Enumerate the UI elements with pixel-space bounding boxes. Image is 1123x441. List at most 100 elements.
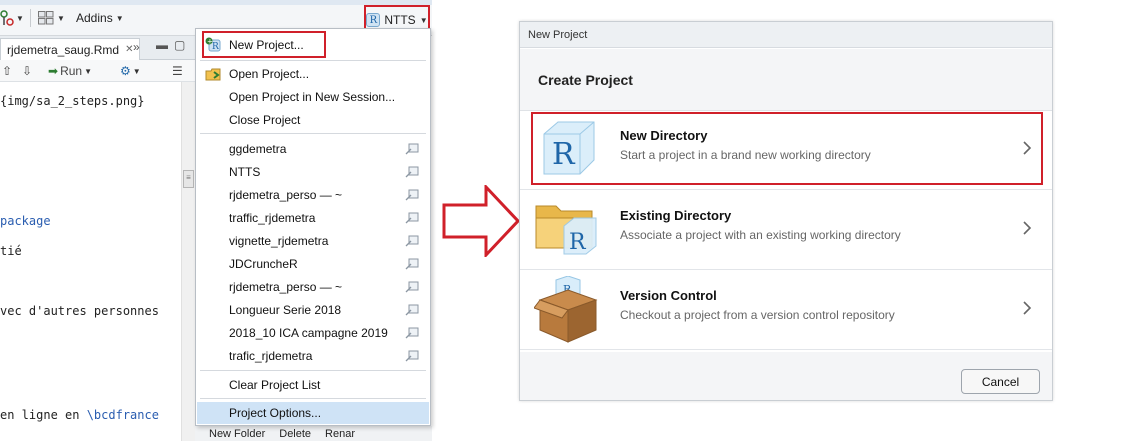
chevron-down-icon: ▼	[57, 13, 65, 23]
dialog-heading: Create Project	[538, 71, 633, 88]
open-in-new-window-icon[interactable]	[405, 327, 419, 339]
code-line: package	[0, 214, 51, 228]
menu-item-recent-project[interactable]: ggdemetra	[197, 138, 429, 160]
dialog-titlebar: New Project	[520, 22, 1052, 48]
menu-item-recent-project[interactable]: JDCruncheR	[197, 253, 429, 275]
chevron-down-icon: ▼	[419, 15, 428, 25]
menu-item-label: trafic_rjdemetra	[229, 349, 313, 363]
files-toolbar: New Folder Delete Renar	[195, 426, 432, 441]
tab-label: rjdemetra_saug.Rmd	[7, 42, 120, 57]
code-line: en ligne en \bcdfrance	[0, 408, 159, 422]
menu-item-recent-project[interactable]: rjdemetra_perso — ~	[197, 184, 429, 206]
arrow-down-icon[interactable]: ⇩	[22, 63, 32, 79]
editor-scrollbar[interactable]: ≡	[181, 82, 195, 441]
dialog-header: Create Project	[520, 49, 1052, 111]
editor-tabbar: rjdemetra_saug.Rmd ✕ » ▬ ▢	[0, 36, 195, 60]
project-dropdown-menu: R + New Project... Open Project... Open P…	[195, 28, 431, 426]
open-in-new-window-icon[interactable]	[405, 235, 419, 247]
minimize-icon[interactable]: ▬	[156, 38, 168, 52]
project-name: NTTS	[384, 13, 416, 27]
menu-item-label: rjdemetra_perso — ~	[229, 280, 343, 294]
maximize-icon[interactable]: ▢	[174, 38, 185, 52]
menu-item-label: Open Project...	[229, 67, 310, 81]
dialog-title: New Project	[528, 28, 588, 41]
menu-item-label: vignette_rjdemetra	[229, 234, 329, 248]
menu-item-label: NTTS	[229, 165, 261, 179]
chevron-down-icon: ▼	[132, 66, 141, 76]
new-directory-highlight	[531, 112, 1043, 185]
code-line: tié	[0, 244, 22, 258]
toolbar-separator	[30, 9, 31, 27]
menu-item-recent-project[interactable]: NTTS	[197, 161, 429, 183]
tab-rjdemetra-saug[interactable]: rjdemetra_saug.Rmd ✕	[0, 38, 141, 60]
editor-toolbar: ⇧ ⇩ ➡ Run ▼ ⚙ ▼ ☰	[0, 60, 195, 82]
menu-item-label: traffic_rjdemetra	[229, 211, 316, 225]
run-arrow-icon: ➡	[48, 64, 59, 78]
menu-item-label: 2018_10 ICA campagne 2019	[229, 326, 388, 340]
code-line: vec d'autres personnes	[0, 304, 159, 318]
menu-item-clear-list[interactable]: Clear Project List	[197, 374, 429, 396]
open-in-new-window-icon[interactable]	[405, 166, 419, 178]
addins-menu[interactable]: Addins ▼	[76, 9, 124, 27]
menu-item-recent-project[interactable]: trafic_rjdemetra	[197, 345, 429, 367]
menu-separator	[200, 133, 426, 134]
menu-separator	[200, 370, 426, 371]
code-line: {img/sa_2_steps.png}	[0, 94, 145, 108]
menu-item-recent-project[interactable]: Longueur Serie 2018	[197, 299, 429, 321]
code-editor[interactable]: {img/sa_2_steps.png} package tié vec d'a…	[0, 82, 180, 441]
arrow-up-icon[interactable]: ⇧	[2, 63, 12, 79]
addins-label: Addins	[76, 11, 113, 25]
workspace-panes-icon[interactable]: ▼	[38, 9, 65, 27]
menu-item-label: Close Project	[229, 113, 301, 127]
run-button[interactable]: ➡ Run ▼	[48, 63, 92, 79]
open-in-new-window-icon[interactable]	[405, 212, 419, 224]
svg-text:R: R	[569, 230, 587, 255]
cardboard-box-icon: R	[534, 276, 598, 343]
menu-item-recent-project[interactable]: rjdemetra_perso — ~	[197, 276, 429, 298]
menu-item-open-project[interactable]: Open Project...	[197, 63, 429, 85]
open-in-new-window-icon[interactable]	[405, 143, 419, 155]
open-in-new-window-icon[interactable]	[405, 189, 419, 201]
open-in-new-window-icon[interactable]	[405, 350, 419, 362]
menu-item-recent-project[interactable]: 2018_10 ICA campagne 2019	[197, 322, 429, 344]
open-project-icon	[205, 68, 221, 81]
scrollbar-thumb[interactable]: ≡	[183, 170, 194, 188]
folder-r-icon: R	[535, 205, 597, 255]
rename-button[interactable]: Renar	[325, 428, 355, 440]
knit-settings-icon[interactable]: ⚙ ▼	[120, 63, 141, 79]
open-in-new-window-icon[interactable]	[405, 258, 419, 270]
option-title: Existing Directory	[620, 208, 732, 223]
menu-item-label: Longueur Serie 2018	[229, 303, 342, 317]
chevron-down-icon[interactable]: ▼	[16, 9, 24, 27]
option-existing-directory[interactable]: R Existing Directory Associate a project…	[520, 190, 1052, 270]
open-in-new-window-icon[interactable]	[405, 281, 419, 293]
menu-item-open-new-session[interactable]: Open Project in New Session...	[197, 86, 429, 108]
chevron-right-icon	[1023, 301, 1032, 315]
delete-button[interactable]: Delete	[279, 428, 311, 440]
cancel-button[interactable]: Cancel	[961, 369, 1040, 394]
menu-separator	[200, 60, 426, 61]
menu-item-recent-project[interactable]: traffic_rjdemetra	[197, 207, 429, 229]
more-tabs-icon[interactable]: »	[133, 40, 140, 54]
code-text: en ligne en	[0, 408, 87, 422]
menu-item-close-project[interactable]: Close Project	[197, 109, 429, 131]
chevron-down-icon: ▼	[115, 13, 124, 23]
git-icon[interactable]	[0, 9, 14, 27]
new-project-highlight	[202, 31, 326, 58]
new-project-dialog: New Project Create Project R New Directo…	[519, 21, 1053, 401]
outline-icon[interactable]: ☰	[172, 63, 183, 79]
menu-item-project-options[interactable]: Project Options...	[197, 402, 429, 424]
menu-item-label: rjdemetra_perso — ~	[229, 188, 343, 202]
run-label: Run	[60, 64, 83, 78]
new-folder-button[interactable]: New Folder	[209, 428, 265, 440]
open-in-new-window-icon[interactable]	[405, 304, 419, 316]
menu-separator	[200, 398, 426, 399]
menu-item-label: Open Project in New Session...	[229, 90, 396, 104]
option-description: Checkout a project from a version contro…	[620, 308, 895, 322]
option-version-control[interactable]: R Version Control Checkout a project fro…	[520, 270, 1052, 350]
menu-item-recent-project[interactable]: vignette_rjdemetra	[197, 230, 429, 252]
r-project-icon: R	[366, 13, 381, 27]
option-title: Version Control	[620, 288, 717, 303]
menu-item-label: JDCruncheR	[229, 257, 298, 271]
menu-item-label: Project Options...	[229, 406, 322, 420]
